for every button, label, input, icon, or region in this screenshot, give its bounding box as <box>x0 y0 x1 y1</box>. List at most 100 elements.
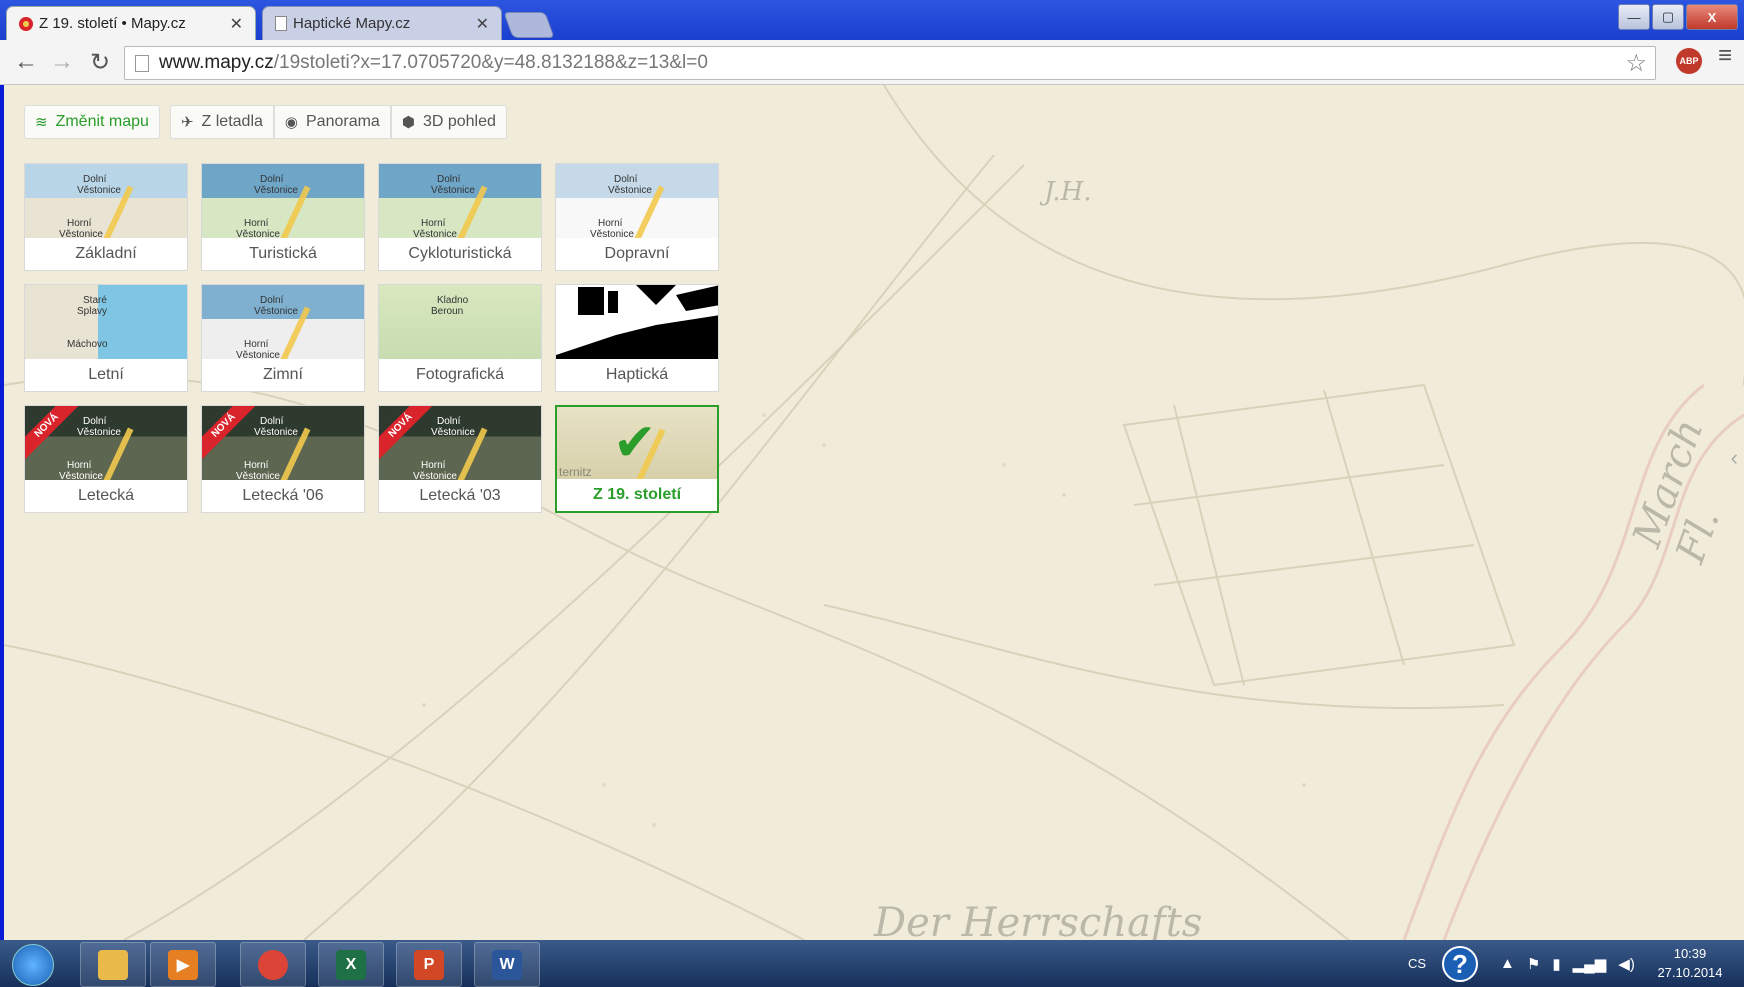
new-tab-button[interactable] <box>503 12 555 38</box>
thumbnail-place-label: Horní <box>67 460 92 471</box>
thumbnail-place-label: Věstonice <box>608 185 652 196</box>
map-canvas[interactable]: J.H. March Fl. Der Herrschafts ≋ Změnit … <box>4 85 1744 940</box>
mapy-favicon-icon <box>19 16 33 31</box>
tab-close-icon[interactable]: ✕ <box>230 14 243 34</box>
excel-icon: X <box>336 949 366 980</box>
change-map-button[interactable]: ≋ Změnit mapu <box>24 105 160 139</box>
thumbnail-place-label: Horní <box>598 218 623 229</box>
map-type-tile[interactable]: Dolní Věstonice Horní Věstonice Základní <box>24 163 188 271</box>
cube-icon: ⬢ <box>401 114 415 131</box>
aerial-view-button[interactable]: ✈ Z letadla <box>169 105 274 139</box>
thumbnail-place-label: Dolní <box>260 174 284 185</box>
taskbar-explorer-button[interactable] <box>80 942 146 987</box>
tab-close-icon[interactable]: ✕ <box>476 14 489 34</box>
map-thumbnail: Staré Splavy Máchovo <box>25 285 187 361</box>
plane-icon: ✈ <box>180 114 194 131</box>
forward-arrow-icon[interactable]: → <box>48 48 76 76</box>
map-type-tile[interactable]: Dolní Věstonice Horní Věstonice Dopravní <box>555 163 719 271</box>
map-type-label: Z 19. století <box>557 479 717 511</box>
menu-icon[interactable]: ≡ <box>1718 42 1732 70</box>
aerial-view-label: Z letadla <box>201 113 263 130</box>
taskbar-excel-button[interactable]: X <box>318 942 384 987</box>
new-badge: NOVÁ <box>379 406 435 460</box>
action-center-flag-icon[interactable]: ⚑ <box>1527 955 1540 973</box>
map-type-tile[interactable]: Staré Splavy Máchovo Letní <box>24 284 188 392</box>
tab-mapy-19-stoleti[interactable]: Z 19. století • Mapy.cz ✕ <box>6 6 256 40</box>
word-icon: W <box>492 949 522 980</box>
system-clock[interactable]: 10:39 27.10.2014 <box>1640 944 1740 982</box>
map-type-label: Zimní <box>202 359 364 391</box>
language-indicator[interactable]: CS <box>1408 940 1426 987</box>
map-type-label: Fotografická <box>379 359 541 391</box>
page-icon <box>135 54 149 72</box>
map-thumbnail: Dolní Věstonice Horní Věstonice <box>202 164 364 240</box>
thumbnail-place-label: Dolní <box>437 174 461 185</box>
volume-icon[interactable]: ◀) <box>1618 955 1635 973</box>
maximize-button[interactable]: ▢ <box>1652 4 1684 30</box>
map-type-tile[interactable]: Kladno Beroun Fotografická <box>378 284 542 392</box>
tab-title: Z 19. století • Mapy.cz <box>39 15 186 32</box>
thumbnail-place-label: Věstonice <box>77 427 121 438</box>
thumbnail-place-label: Horní <box>244 339 269 350</box>
thumbnail-place-label: Věstonice <box>431 427 475 438</box>
collapse-panel-icon[interactable]: ‹ <box>1731 445 1738 471</box>
thumbnail-place-label: Dolní <box>260 416 284 427</box>
address-bar[interactable]: www.mapy.cz/19stoleti?x=17.0705720&y=48.… <box>124 46 1656 80</box>
browser-toolbar: ← → ↻ www.mapy.cz/19stoleti?x=17.0705720… <box>0 40 1744 85</box>
back-arrow-icon[interactable]: ← <box>12 48 40 76</box>
thumbnail-place-label: Věstonice <box>254 427 298 438</box>
map-type-tile[interactable]: Dolní Věstonice Horní Věstonice Cykloturisti… <box>378 163 542 271</box>
map-mode-bar: ≋ Změnit mapu ✈ Z letadla ◉ Panorama ⬢ 3… <box>24 105 507 139</box>
checkmark-icon: ✔ <box>613 414 657 472</box>
show-hidden-icons-icon[interactable]: ▲ <box>1500 955 1515 972</box>
bookmark-star-icon[interactable]: ☆ <box>1625 49 1647 78</box>
map-thumbnail: Dolní Věstonice Horní Věstonice NOVÁ <box>202 406 364 482</box>
map-type-label: Základní <box>25 238 187 270</box>
thumbnail-place-label: Horní <box>421 218 446 229</box>
taskbar-word-button[interactable]: W <box>474 942 540 987</box>
thumbnail-place-label: Dolní <box>83 416 107 427</box>
minimize-button[interactable]: — <box>1618 4 1650 30</box>
start-button[interactable] <box>12 944 54 986</box>
network-icon[interactable]: ▂▄▆ <box>1573 955 1607 973</box>
taskbar-media-player-button[interactable]: ▶ <box>150 942 216 987</box>
thumbnail-place-label: Staré <box>83 295 107 306</box>
taskbar-chrome-button[interactable] <box>240 942 306 987</box>
map-type-label: Turistická <box>202 238 364 270</box>
thumbnail-place-label: Horní <box>244 460 269 471</box>
map-type-label: Letecká '06 <box>202 480 364 512</box>
map-type-tile[interactable]: Dolní Věstonice Horní Věstonice NOVÁ Letecká … <box>378 405 542 513</box>
browser-tab-bar: Z 19. století • Mapy.cz ✕ Haptické Mapy.… <box>0 0 1744 40</box>
help-icon[interactable]: ? <box>1442 946 1478 982</box>
map-type-tile[interactable]: Dolní Věstonice Horní Věstonice Zimní <box>201 284 365 392</box>
map-type-tile[interactable]: Dolní Věstonice Horní Věstonice Turistická <box>201 163 365 271</box>
map-label: Der Herrschafts <box>874 900 1203 940</box>
adblock-icon[interactable]: ABP <box>1676 48 1702 74</box>
tab-hapticke-mapy[interactable]: Haptické Mapy.cz ✕ <box>262 6 502 40</box>
thumbnail-place-label: Horní <box>244 218 269 229</box>
panorama-label: Panorama <box>306 113 380 130</box>
layers-icon: ≋ <box>35 114 48 131</box>
panorama-button[interactable]: ◉ Panorama <box>273 105 391 139</box>
eye-icon: ◉ <box>284 114 298 131</box>
new-badge: NOVÁ <box>202 406 258 460</box>
change-map-label: Změnit mapu <box>55 113 149 130</box>
map-type-label: Letecká <box>25 480 187 512</box>
thumbnail-place-label: Věstonice <box>254 185 298 196</box>
haptic-thumbnail-graphic <box>556 285 718 361</box>
reload-icon[interactable]: ↻ <box>86 48 114 76</box>
map-type-tile[interactable]: Dolní Věstonice Horní Věstonice NOVÁ Letecká … <box>201 405 365 513</box>
close-window-button[interactable]: X <box>1686 4 1738 30</box>
thumbnail-place-label: Věstonice <box>431 185 475 196</box>
3d-view-button[interactable]: ⬢ 3D pohled <box>390 105 507 139</box>
map-type-tile[interactable]: Dolní Věstonice Horní Věstonice NOVÁ Letecká <box>24 405 188 513</box>
power-icon[interactable]: ▮ <box>1552 955 1560 973</box>
page-favicon-icon <box>275 16 287 31</box>
map-type-tile[interactable]: ternitz ✔ Z 19. století <box>555 405 719 513</box>
thumbnail-place-label: Dolní <box>83 174 107 185</box>
map-thumbnail: Dolní Věstonice Horní Věstonice <box>379 164 541 240</box>
thumbnail-place-label: Máchovo <box>67 339 108 350</box>
thumbnail-place-label: Splavy <box>77 306 108 317</box>
map-type-tile[interactable]: Haptická <box>555 284 719 392</box>
taskbar-powerpoint-button[interactable]: P <box>396 942 462 987</box>
